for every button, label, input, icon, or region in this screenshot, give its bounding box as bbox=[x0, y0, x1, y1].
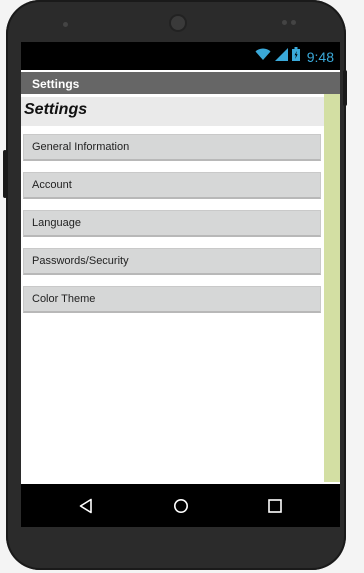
status-icons: 9:48 bbox=[255, 47, 334, 66]
battery-icon bbox=[291, 47, 300, 66]
volume-button[interactable] bbox=[343, 70, 347, 106]
front-camera bbox=[171, 16, 185, 30]
back-icon bbox=[79, 498, 92, 513]
navigation-bar bbox=[21, 484, 340, 527]
account-button[interactable]: Account bbox=[23, 172, 321, 199]
screen: 9:48 Settings Settings General Informati… bbox=[21, 42, 340, 527]
signal-icon bbox=[274, 47, 288, 66]
app-title-bar: Settings bbox=[21, 72, 340, 94]
power-button[interactable] bbox=[3, 150, 7, 198]
phone-frame: 9:48 Settings Settings General Informati… bbox=[3, 0, 347, 570]
sensor-dot bbox=[282, 20, 287, 25]
general-information-button[interactable]: General Information bbox=[23, 134, 321, 161]
language-button[interactable]: Language bbox=[23, 210, 321, 237]
recents-button[interactable] bbox=[255, 484, 295, 527]
sidebar-strip bbox=[324, 94, 340, 482]
status-bar: 9:48 bbox=[21, 42, 340, 70]
page-title: Settings bbox=[21, 97, 324, 126]
sensor-dot bbox=[63, 22, 68, 27]
wifi-icon bbox=[255, 48, 271, 66]
home-icon bbox=[174, 498, 188, 513]
passwords-security-button[interactable]: Passwords/Security bbox=[23, 248, 321, 275]
settings-content: Settings General Information Account Lan… bbox=[21, 94, 324, 482]
back-button[interactable] bbox=[66, 484, 106, 527]
color-theme-button[interactable]: Color Theme bbox=[23, 286, 321, 313]
recents-icon bbox=[268, 498, 282, 513]
status-time: 9:48 bbox=[306, 48, 334, 65]
sensor-dot bbox=[291, 20, 296, 25]
home-button[interactable] bbox=[161, 484, 201, 527]
